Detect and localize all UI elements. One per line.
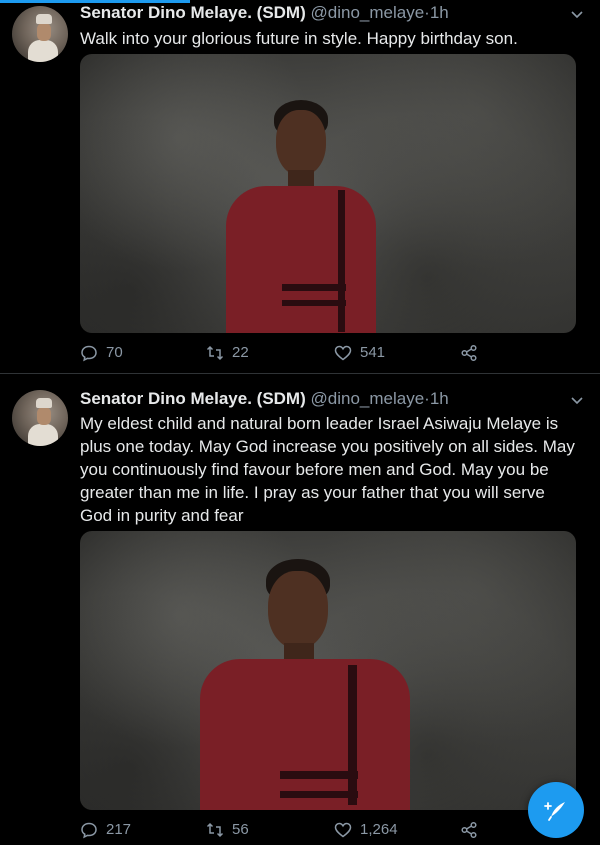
author-handle[interactable]: @dino_melaye [311, 3, 425, 22]
reply-count: 217 [106, 821, 132, 838]
compose-icon [544, 802, 565, 821]
tweet[interactable]: Senator Dino Melaye. (SDM) @dino_melaye·… [0, 374, 600, 845]
tweet-header: Senator Dino Melaye. (SDM) @dino_melaye·… [80, 388, 449, 410]
tweet-photo[interactable] [80, 531, 576, 810]
reply-icon [81, 822, 97, 839]
tweet-header: Senator Dino Melaye. (SDM) @dino_melaye·… [80, 2, 449, 24]
like-icon [334, 345, 352, 361]
like-button[interactable]: 541 [334, 344, 385, 362]
reply-button[interactable]: 217 [80, 821, 131, 839]
timestamp[interactable]: 1h [430, 3, 449, 22]
reply-count: 70 [106, 344, 123, 361]
reply-icon [81, 345, 97, 362]
photo-subject [226, 100, 376, 333]
tweet-text: Walk into your glorious future in style.… [80, 29, 518, 48]
chevron-down-icon[interactable] [570, 394, 584, 408]
retweet-button[interactable]: 22 [206, 344, 249, 362]
share-icon [461, 344, 477, 362]
tweet[interactable]: Senator Dino Melaye. (SDM) @dino_melaye·… [0, 0, 600, 374]
retweet-button[interactable]: 56 [206, 821, 249, 839]
like-count: 541 [360, 344, 386, 361]
author-name[interactable]: Senator Dino Melaye. (SDM) [80, 389, 306, 408]
retweet-count: 22 [232, 344, 249, 361]
like-count: 1,264 [360, 821, 398, 838]
tweet-text: My eldest child and natural born leader … [80, 414, 575, 525]
photo-subject [200, 559, 410, 810]
chevron-down-icon[interactable] [570, 8, 584, 22]
author-handle[interactable]: @dino_melaye [311, 389, 425, 408]
like-icon [334, 822, 352, 838]
timestamp[interactable]: 1h [430, 389, 449, 408]
share-button[interactable] [460, 344, 486, 362]
author-name[interactable]: Senator Dino Melaye. (SDM) [80, 3, 306, 22]
tweet-actions: 70 22 541 [80, 344, 580, 368]
retweet-count: 56 [232, 821, 249, 838]
reply-button[interactable]: 70 [80, 344, 123, 362]
like-button[interactable]: 1,264 [334, 821, 398, 839]
share-icon [461, 821, 477, 839]
tweet-actions: 217 56 1,264 [80, 821, 580, 845]
retweet-icon [206, 345, 224, 361]
compose-tweet-button[interactable] [528, 782, 584, 838]
share-button[interactable] [460, 821, 486, 839]
retweet-icon [206, 822, 224, 838]
avatar[interactable] [12, 6, 68, 62]
avatar[interactable] [12, 390, 68, 446]
tweet-photo[interactable] [80, 54, 576, 333]
